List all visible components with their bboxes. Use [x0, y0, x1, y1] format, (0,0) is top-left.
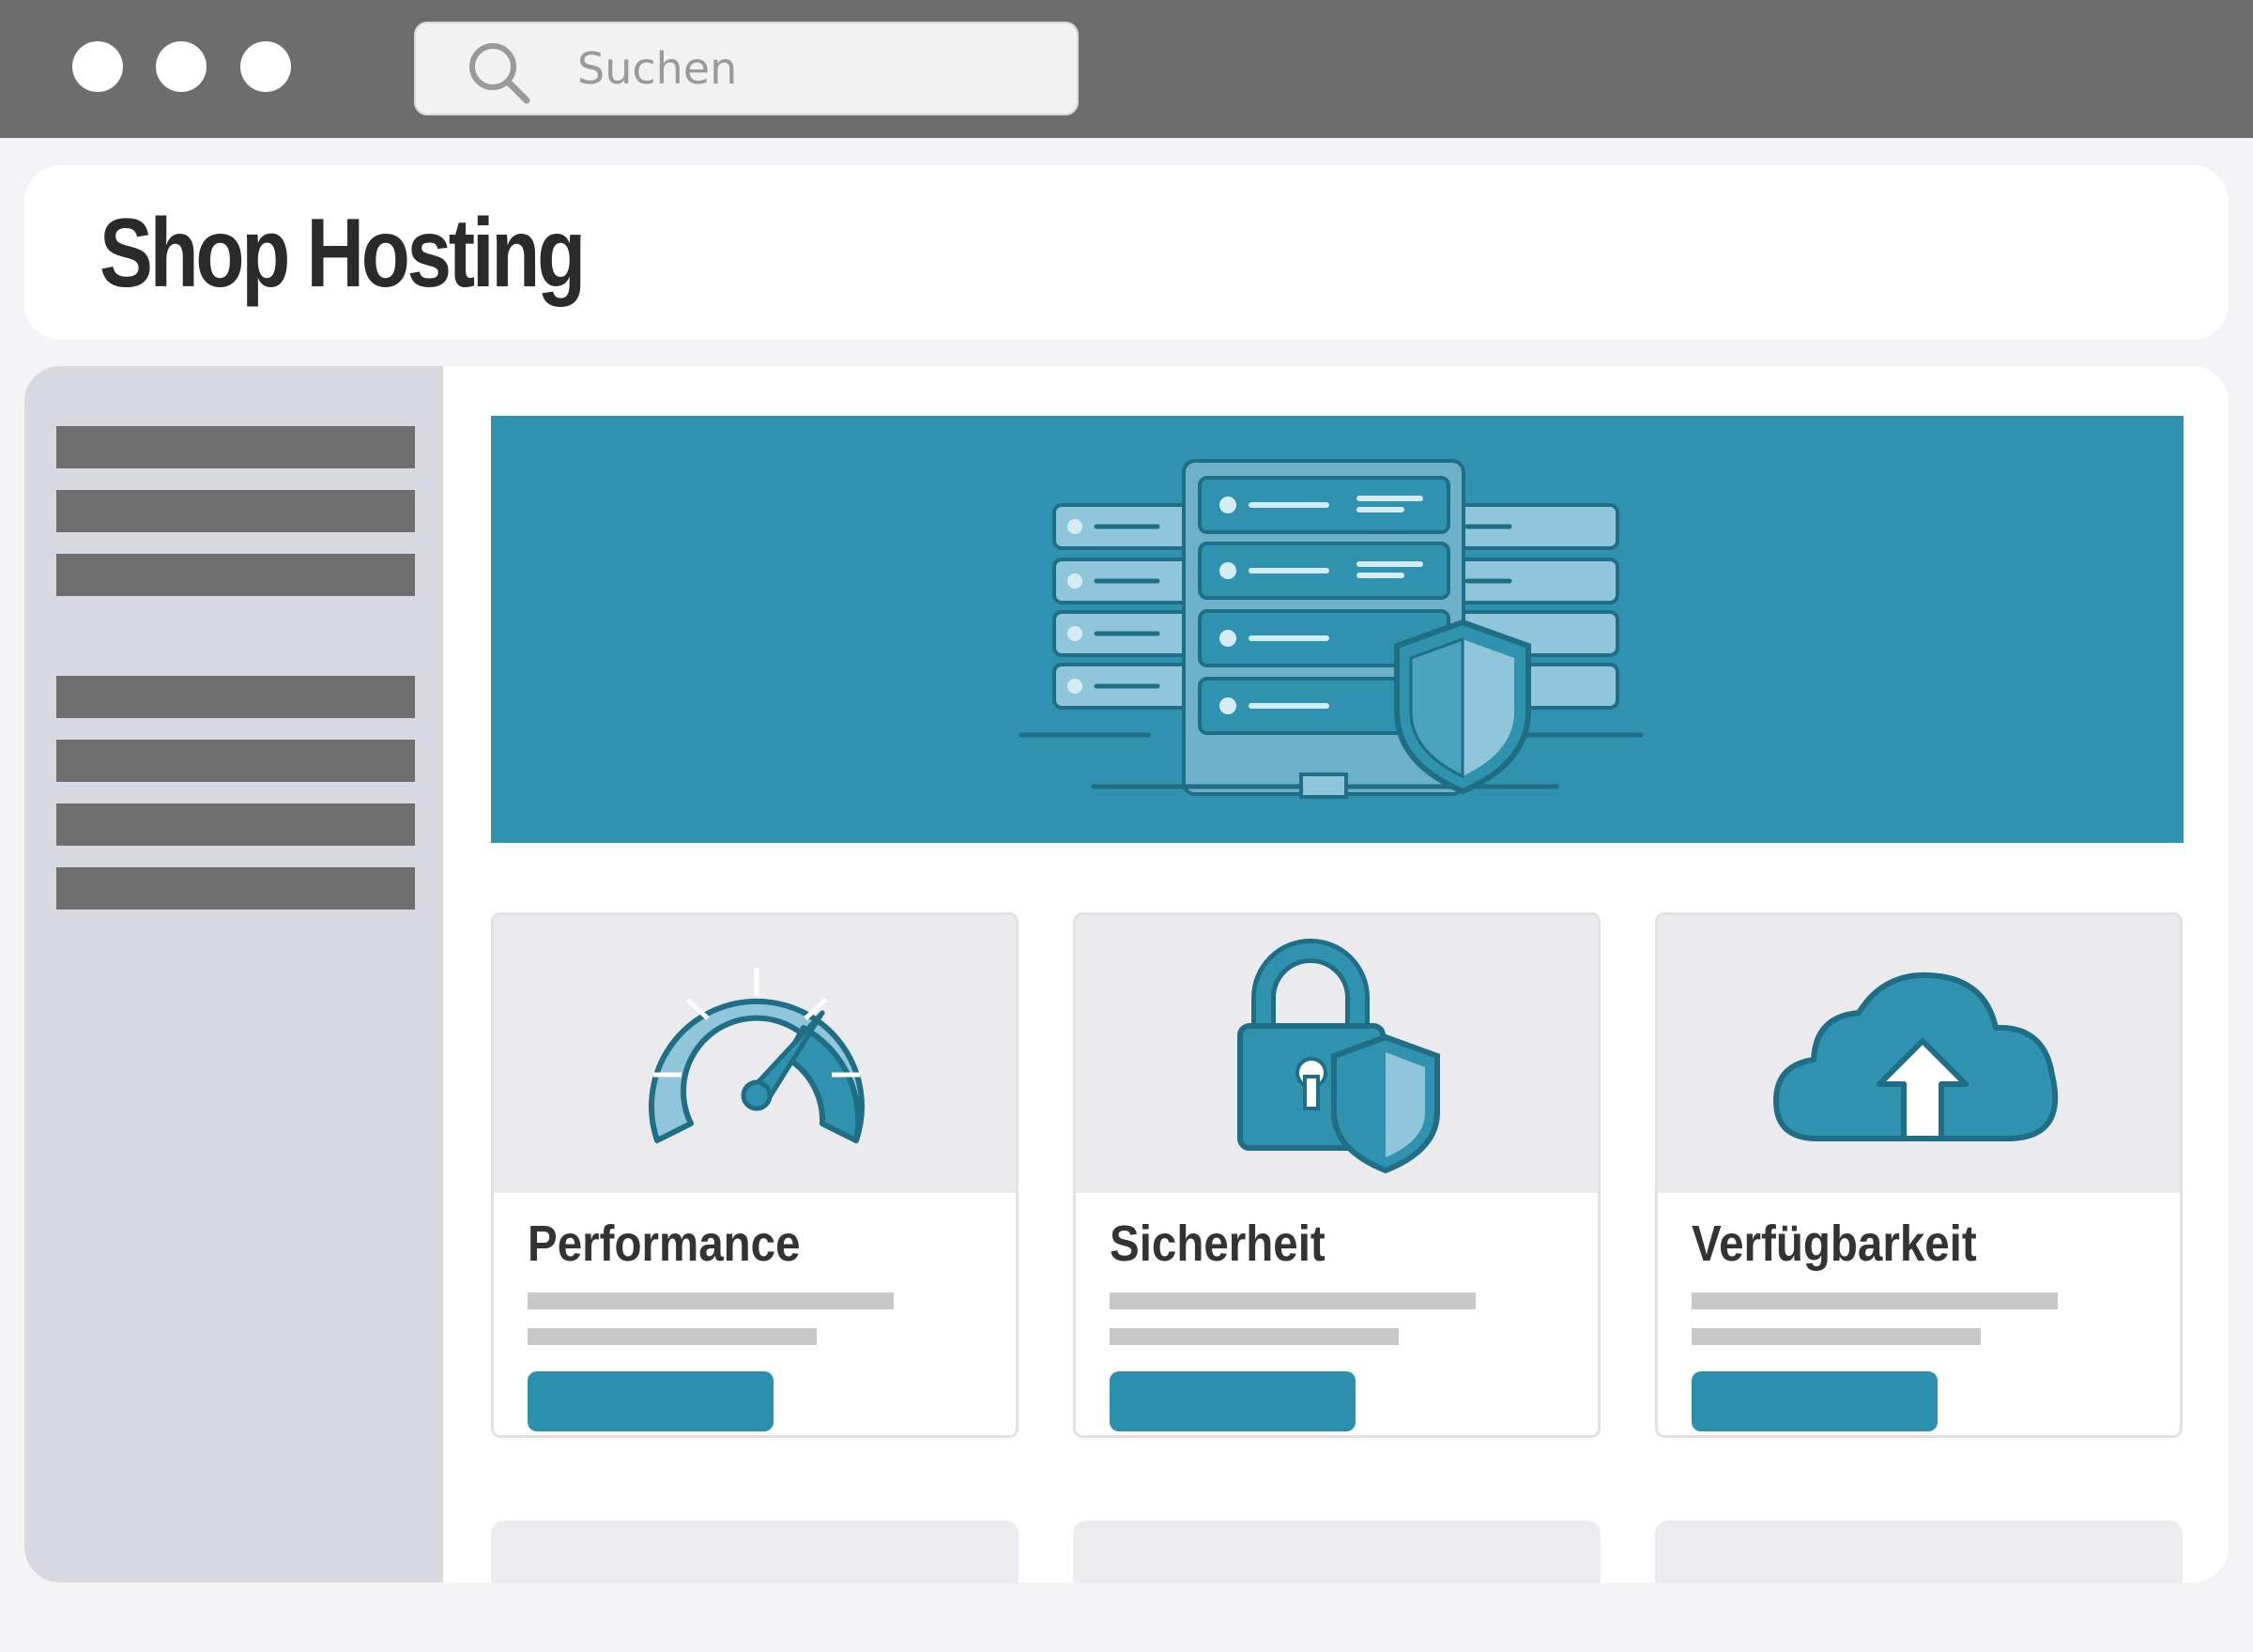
server-rack-shield-icon: [1019, 459, 1644, 799]
speedometer-icon: [649, 968, 865, 1143]
card-action-button[interactable]: [1110, 1371, 1356, 1431]
feature-card-stub: [491, 1521, 1019, 1583]
feature-card-sicherheit: Sicherheit: [1073, 912, 1601, 1438]
hero-banner: [491, 416, 2184, 843]
lock-shield-icon: [1237, 939, 1440, 1174]
card-action-button[interactable]: [1692, 1371, 1938, 1431]
feature-card-stub: [1655, 1521, 2183, 1583]
search-input[interactable]: [577, 23, 1047, 114]
page-header: Shop Hosting: [24, 165, 2229, 340]
window-control-close[interactable]: [72, 41, 123, 92]
sidebar-item[interactable]: [56, 803, 415, 846]
card-title: Performance: [528, 1216, 801, 1272]
feature-card-stub: [1073, 1521, 1601, 1583]
text-placeholder-line: [1110, 1328, 1399, 1345]
text-placeholder-line: [528, 1328, 817, 1345]
card-icon-area: [494, 915, 1016, 1193]
card-title: Sicherheit: [1110, 1216, 1326, 1272]
text-placeholder-line: [1692, 1293, 2058, 1309]
search-icon: [469, 43, 530, 104]
text-placeholder-line: [1110, 1293, 1476, 1309]
text-placeholder-line: [1692, 1328, 1981, 1345]
sidebar: [24, 366, 443, 1583]
card-icon-area: [1076, 915, 1598, 1193]
feature-card-verfuegbarkeit: Verfügbarkeit: [1655, 912, 2183, 1438]
sidebar-item[interactable]: [56, 740, 415, 782]
sidebar-item[interactable]: [56, 554, 415, 596]
browser-titlebar: [0, 0, 2253, 138]
page-title: Shop Hosting: [100, 199, 586, 308]
sidebar-item[interactable]: [56, 867, 415, 910]
search-box[interactable]: [414, 22, 1079, 115]
window-control-minimize[interactable]: [156, 41, 207, 92]
cloud-upload-icon: [1773, 971, 2059, 1141]
window-control-maximize[interactable]: [240, 41, 291, 92]
text-placeholder-line: [528, 1293, 894, 1309]
feature-card-performance: Performance: [491, 912, 1019, 1438]
sidebar-item[interactable]: [56, 676, 415, 718]
card-icon-area: [1658, 915, 2180, 1193]
content-frame: Performance Sicherheit Verfügbarkeit: [24, 366, 2229, 1583]
card-title: Verfügbarkeit: [1692, 1216, 1977, 1272]
sidebar-item[interactable]: [56, 490, 415, 532]
sidebar-item[interactable]: [56, 426, 415, 468]
card-action-button[interactable]: [528, 1371, 774, 1431]
